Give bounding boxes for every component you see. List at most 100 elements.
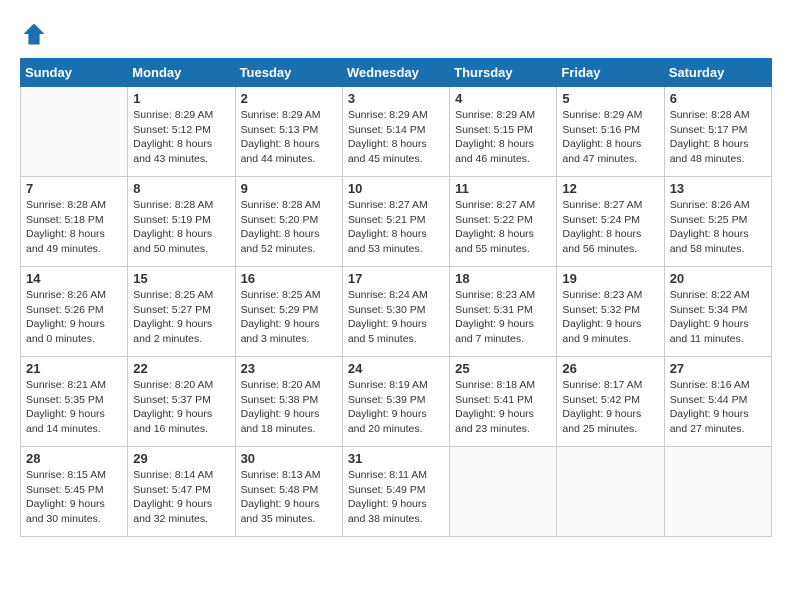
table-row: 23 Sunrise: 8:20 AMSunset: 5:38 PMDayligh… xyxy=(235,357,342,447)
day-info: Sunrise: 8:26 AMSunset: 5:25 PMDaylight:… xyxy=(670,198,766,257)
table-row: 15 Sunrise: 8:25 AMSunset: 5:27 PMDayligh… xyxy=(128,267,235,357)
calendar-header: SundayMondayTuesdayWednesdayThursdayFrid… xyxy=(21,59,772,87)
day-info: Sunrise: 8:29 AMSunset: 5:14 PMDaylight:… xyxy=(348,108,444,167)
day-info: Sunrise: 8:14 AMSunset: 5:47 PMDaylight:… xyxy=(133,468,229,527)
day-number: 3 xyxy=(348,91,444,106)
day-number: 13 xyxy=(670,181,766,196)
day-info: Sunrise: 8:19 AMSunset: 5:39 PMDaylight:… xyxy=(348,378,444,437)
day-info: Sunrise: 8:28 AMSunset: 5:19 PMDaylight:… xyxy=(133,198,229,257)
day-number: 10 xyxy=(348,181,444,196)
day-info: Sunrise: 8:11 AMSunset: 5:49 PMDaylight:… xyxy=(348,468,444,527)
table-row xyxy=(664,447,771,537)
day-number: 26 xyxy=(562,361,658,376)
table-row xyxy=(21,87,128,177)
week-row-3: 14Sunrise: 8:26 AMSunset: 5:26 PMDayligh… xyxy=(21,267,772,357)
table-row: 17 Sunrise: 8:24 AMSunset: 5:30 PMDayligh… xyxy=(342,267,449,357)
table-row: 21 Sunrise: 8:21 AMSunset: 5:35 PMDayligh… xyxy=(21,357,128,447)
day-info: Sunrise: 8:24 AMSunset: 5:30 PMDaylight:… xyxy=(348,288,444,347)
header-monday: Monday xyxy=(128,59,235,87)
day-number: 14 xyxy=(26,271,122,286)
day-number: 21 xyxy=(26,361,122,376)
day-number: 8 xyxy=(133,181,229,196)
day-info: Sunrise: 8:21 AMSunset: 5:35 PMDaylight:… xyxy=(26,378,122,437)
calendar-body: 1 Sunrise: 8:29 AMSunset: 5:12 PMDaylight… xyxy=(21,87,772,537)
day-info: Sunrise: 8:29 AMSunset: 5:13 PMDaylight:… xyxy=(241,108,337,167)
day-info: Sunrise: 8:18 AMSunset: 5:41 PMDaylight:… xyxy=(455,378,551,437)
table-row: 6 Sunrise: 8:28 AMSunset: 5:17 PMDaylight… xyxy=(664,87,771,177)
day-info: Sunrise: 8:25 AMSunset: 5:29 PMDaylight:… xyxy=(241,288,337,347)
table-row: 25 Sunrise: 8:18 AMSunset: 5:41 PMDayligh… xyxy=(450,357,557,447)
day-number: 2 xyxy=(241,91,337,106)
day-info: Sunrise: 8:29 AMSunset: 5:15 PMDaylight:… xyxy=(455,108,551,167)
day-number: 31 xyxy=(348,451,444,466)
table-row: 30 Sunrise: 8:13 AMSunset: 5:48 PMDayligh… xyxy=(235,447,342,537)
day-number: 19 xyxy=(562,271,658,286)
table-row: 5Sunrise: 8:29 AMSunset: 5:16 PMDaylight… xyxy=(557,87,664,177)
day-info: Sunrise: 8:28 AMSunset: 5:18 PMDaylight:… xyxy=(26,198,122,257)
day-number: 5 xyxy=(562,91,658,106)
week-row-2: 7Sunrise: 8:28 AMSunset: 5:18 PMDaylight… xyxy=(21,177,772,267)
table-row: 7Sunrise: 8:28 AMSunset: 5:18 PMDaylight… xyxy=(21,177,128,267)
table-row: 11 Sunrise: 8:27 AMSunset: 5:22 PMDayligh… xyxy=(450,177,557,267)
table-row: 20 Sunrise: 8:22 AMSunset: 5:34 PMDayligh… xyxy=(664,267,771,357)
day-info: Sunrise: 8:20 AMSunset: 5:38 PMDaylight:… xyxy=(241,378,337,437)
table-row: 22Sunrise: 8:20 AMSunset: 5:37 PMDayligh… xyxy=(128,357,235,447)
table-row: 12Sunrise: 8:27 AMSunset: 5:24 PMDayligh… xyxy=(557,177,664,267)
day-number: 16 xyxy=(241,271,337,286)
day-number: 18 xyxy=(455,271,551,286)
week-row-5: 28Sunrise: 8:15 AMSunset: 5:45 PMDayligh… xyxy=(21,447,772,537)
day-info: Sunrise: 8:28 AMSunset: 5:17 PMDaylight:… xyxy=(670,108,766,167)
table-row: 13 Sunrise: 8:26 AMSunset: 5:25 PMDayligh… xyxy=(664,177,771,267)
header-row: SundayMondayTuesdayWednesdayThursdayFrid… xyxy=(21,59,772,87)
table-row: 16 Sunrise: 8:25 AMSunset: 5:29 PMDayligh… xyxy=(235,267,342,357)
day-info: Sunrise: 8:16 AMSunset: 5:44 PMDaylight:… xyxy=(670,378,766,437)
table-row: 31 Sunrise: 8:11 AMSunset: 5:49 PMDayligh… xyxy=(342,447,449,537)
table-row: 14Sunrise: 8:26 AMSunset: 5:26 PMDayligh… xyxy=(21,267,128,357)
day-info: Sunrise: 8:22 AMSunset: 5:34 PMDaylight:… xyxy=(670,288,766,347)
logo xyxy=(20,20,54,48)
table-row: 2 Sunrise: 8:29 AMSunset: 5:13 PMDaylight… xyxy=(235,87,342,177)
day-number: 30 xyxy=(241,451,337,466)
day-info: Sunrise: 8:17 AMSunset: 5:42 PMDaylight:… xyxy=(562,378,658,437)
table-row: 19 Sunrise: 8:23 AMSunset: 5:32 PMDayligh… xyxy=(557,267,664,357)
table-row: 4Sunrise: 8:29 AMSunset: 5:15 PMDaylight… xyxy=(450,87,557,177)
day-number: 17 xyxy=(348,271,444,286)
day-info: Sunrise: 8:23 AMSunset: 5:32 PMDaylight:… xyxy=(562,288,658,347)
table-row: 26 Sunrise: 8:17 AMSunset: 5:42 PMDayligh… xyxy=(557,357,664,447)
header-sunday: Sunday xyxy=(21,59,128,87)
day-number: 11 xyxy=(455,181,551,196)
week-row-4: 21 Sunrise: 8:21 AMSunset: 5:35 PMDayligh… xyxy=(21,357,772,447)
day-number: 20 xyxy=(670,271,766,286)
table-row: 1 Sunrise: 8:29 AMSunset: 5:12 PMDaylight… xyxy=(128,87,235,177)
day-info: Sunrise: 8:28 AMSunset: 5:20 PMDaylight:… xyxy=(241,198,337,257)
calendar-table: SundayMondayTuesdayWednesdayThursdayFrid… xyxy=(20,58,772,537)
day-number: 12 xyxy=(562,181,658,196)
day-info: Sunrise: 8:27 AMSunset: 5:21 PMDaylight:… xyxy=(348,198,444,257)
table-row: 18 Sunrise: 8:23 AMSunset: 5:31 PMDayligh… xyxy=(450,267,557,357)
day-info: Sunrise: 8:27 AMSunset: 5:22 PMDaylight:… xyxy=(455,198,551,257)
day-number: 6 xyxy=(670,91,766,106)
day-number: 1 xyxy=(133,91,229,106)
day-info: Sunrise: 8:23 AMSunset: 5:31 PMDaylight:… xyxy=(455,288,551,347)
day-number: 23 xyxy=(241,361,337,376)
day-number: 27 xyxy=(670,361,766,376)
day-number: 15 xyxy=(133,271,229,286)
table-row xyxy=(450,447,557,537)
header-wednesday: Wednesday xyxy=(342,59,449,87)
day-number: 25 xyxy=(455,361,551,376)
day-info: Sunrise: 8:15 AMSunset: 5:45 PMDaylight:… xyxy=(26,468,122,527)
table-row xyxy=(557,447,664,537)
day-info: Sunrise: 8:29 AMSunset: 5:12 PMDaylight:… xyxy=(133,108,229,167)
day-info: Sunrise: 8:25 AMSunset: 5:27 PMDaylight:… xyxy=(133,288,229,347)
header-friday: Friday xyxy=(557,59,664,87)
table-row: 8 Sunrise: 8:28 AMSunset: 5:19 PMDaylight… xyxy=(128,177,235,267)
week-row-1: 1 Sunrise: 8:29 AMSunset: 5:12 PMDaylight… xyxy=(21,87,772,177)
table-row: 28Sunrise: 8:15 AMSunset: 5:45 PMDayligh… xyxy=(21,447,128,537)
table-row: 27 Sunrise: 8:16 AMSunset: 5:44 PMDayligh… xyxy=(664,357,771,447)
day-number: 22 xyxy=(133,361,229,376)
day-number: 29 xyxy=(133,451,229,466)
logo-icon xyxy=(20,20,48,48)
table-row: 3 Sunrise: 8:29 AMSunset: 5:14 PMDaylight… xyxy=(342,87,449,177)
header-saturday: Saturday xyxy=(664,59,771,87)
day-info: Sunrise: 8:13 AMSunset: 5:48 PMDaylight:… xyxy=(241,468,337,527)
